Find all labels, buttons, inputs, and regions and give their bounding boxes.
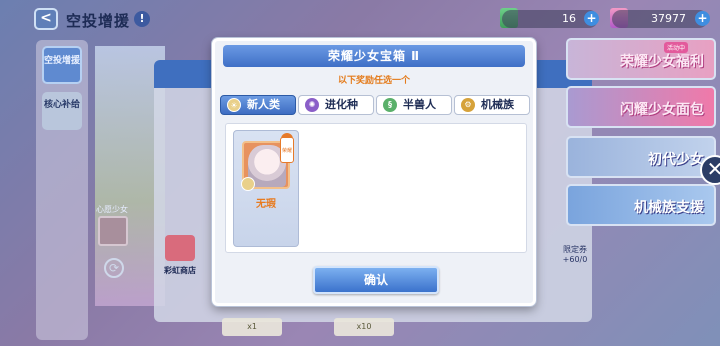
rainbow-shop-icon[interactable] — [165, 235, 195, 261]
tab-beastkin[interactable]: § 半兽人 — [376, 95, 452, 115]
faction-tabs: ☀ 新人类 ✺ 进化种 § 半兽人 ⚙ 机械族 — [220, 95, 532, 115]
add-resource2-button[interactable]: + — [695, 11, 710, 26]
banner-first-gen[interactable]: 初代少女 — [566, 136, 716, 178]
side-panel — [36, 40, 88, 340]
rainbow-shop-label: 彩虹商店 — [164, 266, 196, 275]
tab-mech[interactable]: ⚙ 机械族 — [454, 95, 530, 115]
confirm-button[interactable]: 确认 — [313, 266, 439, 294]
banner-label: 初代少女 — [648, 152, 704, 168]
info-icon[interactable]: ! — [134, 11, 150, 27]
draw-x10-card[interactable]: x10 — [334, 318, 394, 336]
draw-x1-card[interactable]: x1 — [222, 318, 282, 336]
price-label: 限定券 +60/0 — [562, 245, 588, 264]
reward-chest-modal: 荣耀少女宝箱 Ⅱ 以下奖励任选一个 ☀ 新人类 ✺ 进化种 § 半兽人 ⚙ 机械… — [212, 38, 536, 306]
rarity-badge: 荣耀 — [280, 137, 294, 163]
tab-label: 半兽人 — [403, 98, 436, 111]
tab-label: 机械族 — [481, 98, 514, 111]
refresh-icon[interactable]: ⟳ — [104, 258, 124, 278]
close-icon[interactable]: ✕ — [700, 155, 720, 185]
banner-label: 荣耀少女福利 — [620, 54, 704, 70]
banner-label: 机械族支援 — [634, 200, 704, 216]
wish-girl-avatar[interactable] — [98, 216, 128, 246]
modal-title: 荣耀少女宝箱 Ⅱ — [223, 45, 525, 67]
wish-girl-label: 心愿少女 — [96, 205, 128, 214]
tab-new-human[interactable]: ☀ 新人类 — [220, 95, 296, 115]
banner-glory-girl[interactable]: 荣耀少女福利 — [566, 38, 716, 80]
resource2-counter: 37977 — [612, 10, 708, 28]
tab-airdrop[interactable]: 空投增援 — [42, 46, 82, 84]
banner-shining-girl[interactable]: 闪耀少女面包 — [566, 86, 716, 128]
page-title: 空投增援 — [66, 12, 131, 30]
beastkin-icon: § — [383, 98, 397, 112]
mech-icon: ⚙ — [461, 98, 475, 112]
evolved-icon: ✺ — [305, 98, 319, 112]
banner-mech-support[interactable]: 机械族支援 — [566, 184, 716, 226]
human-icon: ☀ — [227, 98, 241, 112]
tab-evolved[interactable]: ✺ 进化种 — [298, 95, 374, 115]
reward-item-card[interactable]: 荣耀 无瑕 — [233, 130, 299, 247]
reward-items-area: 荣耀 无瑕 — [225, 123, 527, 253]
tab-core-supply[interactable]: 核心补给 — [42, 92, 82, 130]
tab-label: 新人类 — [247, 98, 280, 111]
faction-icon — [241, 177, 255, 191]
back-button[interactable]: < — [34, 8, 58, 30]
item-name: 无瑕 — [256, 199, 276, 210]
banner-label: 闪耀少女面包 — [620, 102, 704, 118]
tab-label: 进化种 — [325, 98, 358, 111]
event-tag: 活动中 — [664, 42, 689, 53]
modal-subtitle: 以下奖励任选一个 — [337, 76, 410, 86]
add-resource1-button[interactable]: + — [584, 11, 599, 26]
